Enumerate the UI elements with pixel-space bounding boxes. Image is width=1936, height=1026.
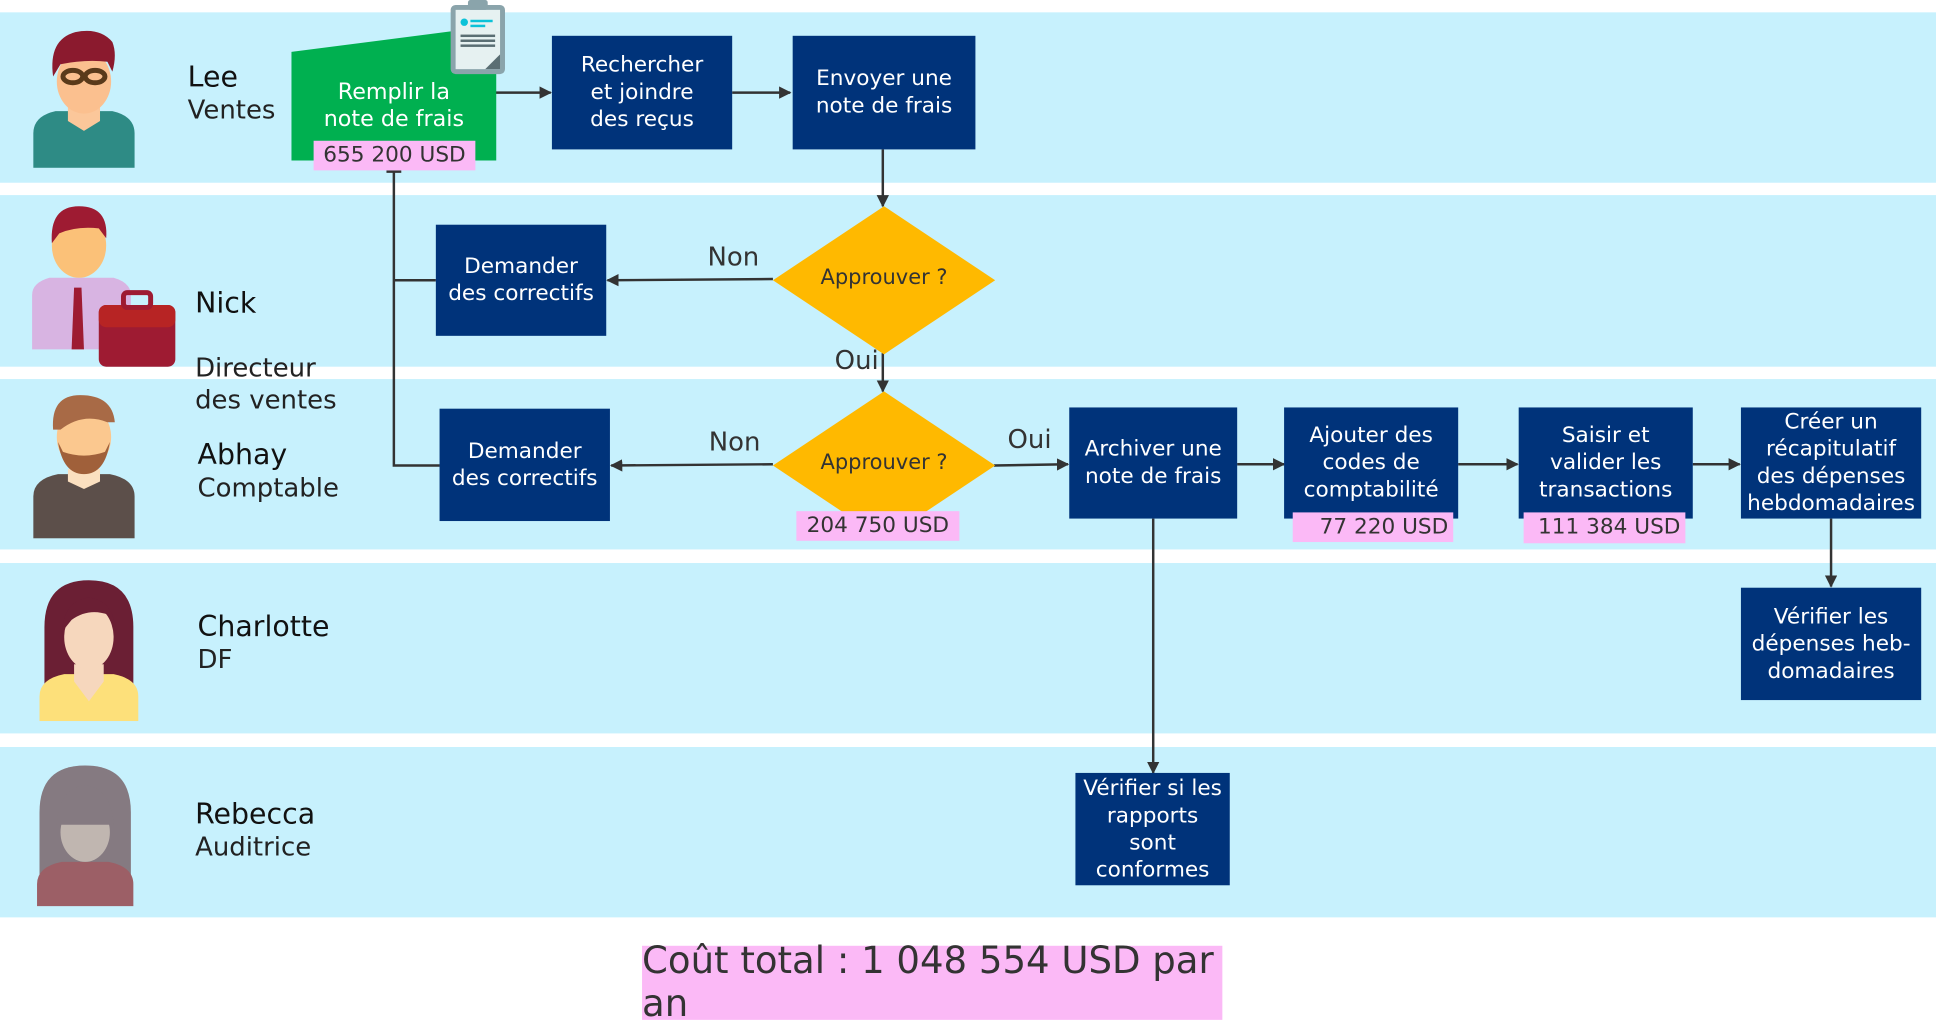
decision-approve-nick-label: Approuver ? bbox=[820, 265, 948, 291]
task-fix-nick[interactable]: Demander des correctifs bbox=[435, 224, 607, 336]
task-enter-validate[interactable]: Saisir et valider les transactions bbox=[1518, 407, 1693, 519]
edge-label-abhay-yes: Oui bbox=[1007, 424, 1052, 455]
cost-fill-report: 655 200 USD bbox=[313, 140, 476, 171]
task-check-compliance[interactable]: Vérifier si les rapports sont conformes bbox=[1075, 772, 1230, 886]
task-find-receipts[interactable]: Rechercher et joindre des reçus bbox=[551, 35, 733, 150]
task-weekly-summary[interactable]: Créer un récapitulatif des dépenses hebd… bbox=[1740, 407, 1922, 519]
edge-fixes-loop-2 bbox=[392, 171, 440, 467]
task-add-codes[interactable]: Ajouter des codes de comptabilité bbox=[1284, 407, 1459, 519]
edge-label-nick-no: Non bbox=[707, 242, 760, 272]
task-fix-abhay[interactable]: Demander des correctifs bbox=[439, 408, 610, 522]
cost-add-codes: 77 220 USD bbox=[1292, 512, 1454, 543]
task-archive[interactable]: Archiver une note de frais bbox=[1069, 407, 1238, 519]
cost-enter-validate: 111 384 USD bbox=[1523, 512, 1686, 544]
edge-abhay-yes bbox=[993, 458, 1070, 471]
edge-abhay-no bbox=[609, 459, 773, 472]
edge-nick-no bbox=[606, 274, 773, 287]
task-send-report[interactable]: Envoyer une note de frais bbox=[792, 35, 976, 150]
task-review-weekly[interactable]: Vérifier les dépenses heb- domadaires bbox=[1740, 587, 1922, 701]
total-cost: Coût total : 1 048 554 USD par an bbox=[642, 940, 1223, 1026]
swimlane-diagram: Lee Ventes Nick Directeur des ventes Abh… bbox=[0, 0, 1936, 1026]
cost-approve-abhay: 204 750 USD bbox=[796, 511, 960, 541]
clipboard-form-icon bbox=[450, 0, 505, 75]
decision-approve-abhay-label: Approuver ? bbox=[820, 450, 948, 476]
edge-label-abhay-no: Non bbox=[708, 427, 761, 457]
edge-label-nick-yes: Oui bbox=[834, 345, 879, 376]
task-fill-report[interactable]: Remplir la note de frais bbox=[291, 72, 496, 141]
